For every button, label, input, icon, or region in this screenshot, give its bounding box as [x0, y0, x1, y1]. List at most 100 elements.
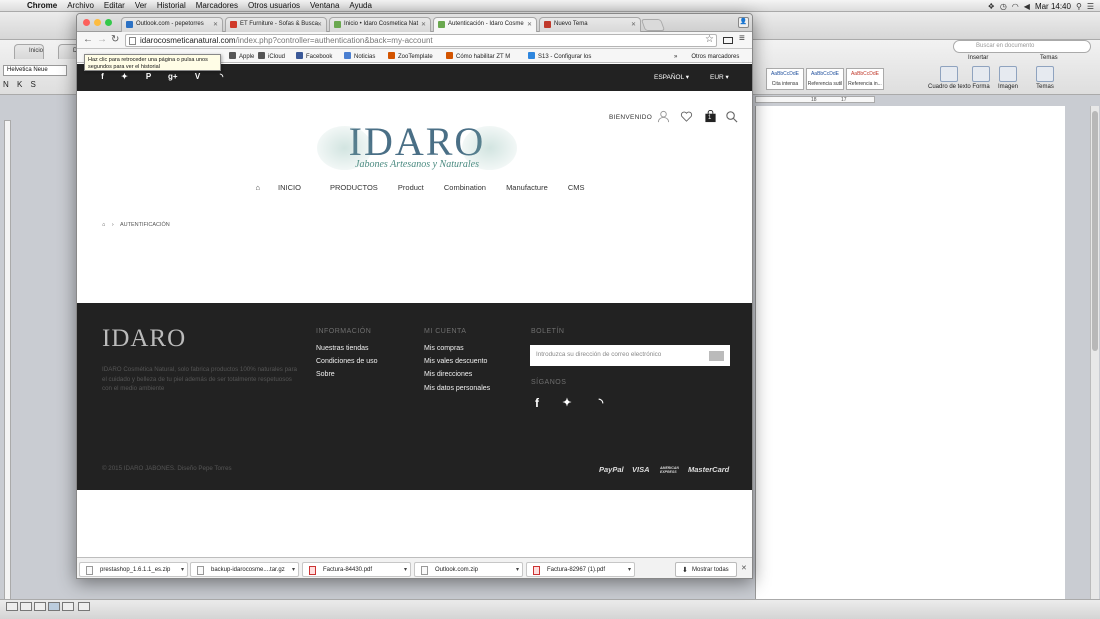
bookmark-noticias[interactable]: Noticias	[344, 52, 375, 60]
view-draft-button[interactable]	[6, 602, 18, 611]
tab-outlook[interactable]: Outlook.com - pepetorres ✕	[121, 17, 223, 32]
nav-productos[interactable]: PRODUCTOS	[330, 183, 378, 192]
footer-link-condiciones[interactable]: Condiciones de uso	[316, 358, 378, 365]
menubar-clock[interactable]: Mar 14:40	[1035, 2, 1071, 11]
footer-link-direcciones[interactable]: Mis direcciones	[424, 371, 472, 378]
footer-link-compras[interactable]: Mis compras	[424, 345, 464, 352]
notification-list-icon[interactable]: ☰	[1087, 2, 1094, 11]
view-outline-button[interactable]	[20, 602, 32, 611]
site-logo[interactable]: IDARO Jabones Artesanos y Naturales	[317, 122, 517, 178]
wifi-icon[interactable]: ◠	[1012, 2, 1019, 11]
rss-icon[interactable]: ◝	[595, 398, 607, 409]
download-item[interactable]: Factura-84430.pdf ▾	[302, 562, 411, 577]
menu-archivo[interactable]: Archivo	[62, 1, 99, 10]
bookmark-zootemplate[interactable]: ZooTemplate	[388, 52, 433, 60]
address-bar[interactable]: idarocosmeticanatural.com/index.php?cont…	[125, 34, 717, 47]
nav-inicio[interactable]: ⌂ INICIO	[246, 183, 309, 192]
menu-app-name[interactable]: Chrome	[22, 1, 62, 10]
close-tab-icon[interactable]: ✕	[213, 21, 218, 28]
download-item[interactable]: prestashop_1.6.1.1_es.zip ▾	[79, 562, 188, 577]
word-format-buttons[interactable]: N K S	[3, 80, 39, 89]
newsletter-input[interactable]: Introduzca su dirección de correo electr…	[530, 345, 730, 366]
text-box-button[interactable]: Cuadro de texto	[928, 66, 971, 90]
themes-button[interactable]: Temas	[1036, 66, 1054, 90]
view-notebook-button[interactable]	[62, 602, 74, 611]
scroll-thumb[interactable]	[1092, 111, 1098, 351]
menu-ver[interactable]: Ver	[130, 1, 152, 10]
user-icon[interactable]	[657, 110, 670, 123]
shape-button[interactable]: Forma	[972, 66, 990, 90]
welcome-link[interactable]: BIENVENIDO	[609, 114, 652, 121]
volume-icon[interactable]: ◀	[1024, 2, 1030, 11]
close-window-button[interactable]	[83, 19, 90, 26]
menu-historial[interactable]: Historial	[152, 1, 191, 10]
bookmark-como-habilitar[interactable]: Cómo habilitar ZT M	[446, 52, 510, 60]
zoom-window-button[interactable]	[105, 19, 112, 26]
search-icon[interactable]	[725, 110, 738, 123]
twitter-icon[interactable]: ✦	[120, 72, 129, 81]
envelope-icon[interactable]	[709, 351, 724, 361]
menu-marcadores[interactable]: Marcadores	[191, 1, 243, 10]
download-item[interactable]: backup-idarocosme....tar.gz ▾	[190, 562, 299, 577]
forward-arrow-icon[interactable]: →	[97, 34, 107, 45]
bookmark-s13[interactable]: S13 - Configurar los	[528, 52, 591, 60]
menu-ventana[interactable]: Ventana	[305, 1, 344, 10]
nav-cms[interactable]: CMS	[568, 183, 585, 192]
heart-icon[interactable]	[680, 110, 693, 123]
word-style-2[interactable]: AaBbCcDdE Referencia sutil	[806, 68, 844, 90]
tab-nuevo-tema[interactable]: Nuevo Tema ✕	[539, 17, 641, 32]
bookmark-icloud[interactable]: iCloud	[258, 52, 285, 60]
close-tab-icon[interactable]: ✕	[421, 21, 426, 28]
rss-icon[interactable]: ◝	[217, 72, 226, 81]
profile-icon[interactable]: 👤	[738, 17, 749, 28]
word-style-3[interactable]: AaBbCcDdE Referencia in...	[846, 68, 884, 90]
chevron-down-icon[interactable]: ▾	[292, 566, 295, 573]
dropbox-icon[interactable]: ❖	[988, 2, 995, 11]
footer-link-tiendas[interactable]: Nuestras tiendas	[316, 345, 369, 352]
minimize-window-button[interactable]	[94, 19, 101, 26]
tab-idaro-inicio[interactable]: Inicio • Idaro Cosmetica Nat ✕	[329, 17, 431, 32]
menu-editar[interactable]: Editar	[99, 1, 130, 10]
footer-logo[interactable]: IDARO	[102, 325, 186, 353]
language-selector[interactable]: ESPAÑOL ▾	[654, 73, 689, 81]
chevron-down-icon[interactable]: ▾	[404, 566, 407, 573]
download-item[interactable]: Outlook.com.zip ▾	[414, 562, 523, 577]
bookmark-otros-marcadores[interactable]: » Otros marcadores	[674, 52, 739, 60]
footer-link-vales[interactable]: Mis vales descuento	[424, 358, 487, 365]
nav-manufacture[interactable]: Manufacture	[506, 183, 548, 192]
pinterest-icon[interactable]: P	[144, 72, 153, 81]
chrome-menu-icon[interactable]: ≡	[739, 33, 745, 44]
close-tab-icon[interactable]: ✕	[317, 21, 322, 28]
view-print-button[interactable]	[48, 602, 60, 611]
chevron-down-icon[interactable]: ▾	[628, 566, 631, 573]
facebook-icon[interactable]: f	[98, 72, 107, 81]
tab-idaro-autenticacion[interactable]: Autenticación - Idaro Cosme ✕	[433, 17, 537, 32]
close-tab-icon[interactable]: ✕	[631, 21, 636, 28]
reload-icon[interactable]: ↻	[111, 34, 119, 45]
word-font-name[interactable]: Helvetica Neue	[3, 65, 67, 76]
facebook-icon[interactable]: f	[531, 397, 543, 409]
clock-icon[interactable]: ◷	[1000, 2, 1007, 11]
chevron-down-icon[interactable]: ▾	[516, 566, 519, 573]
word-scrollbar[interactable]	[1090, 106, 1099, 599]
bookmark-facebook[interactable]: Facebook	[296, 52, 332, 60]
word-style-1[interactable]: AaBbCcDdE Cita intensa	[766, 68, 804, 90]
word-search-input[interactable]: Buscar en documento	[953, 40, 1091, 53]
word-tab-inicio[interactable]: Inicio	[14, 44, 45, 59]
menu-ayuda[interactable]: Ayuda	[344, 1, 377, 10]
show-all-downloads-button[interactable]: ⬇ Mostrar todas	[675, 562, 737, 577]
chevron-down-icon[interactable]: ▾	[181, 566, 184, 573]
download-item[interactable]: Factura-82967 (1).pdf ▾	[526, 562, 635, 577]
footer-link-sobre[interactable]: Sobre	[316, 371, 335, 378]
view-focus-button[interactable]	[78, 602, 90, 611]
home-icon[interactable]: ⌂	[102, 222, 105, 228]
image-button[interactable]: Imagen	[998, 66, 1018, 90]
back-arrow-icon[interactable]: ←	[83, 34, 93, 45]
nav-combination[interactable]: Combination	[444, 183, 486, 192]
word-document-page[interactable]	[755, 106, 1065, 611]
currency-selector[interactable]: EUR ▾	[710, 73, 729, 81]
close-downloads-icon[interactable]: ✕	[741, 564, 747, 572]
bookmark-apple[interactable]: Apple	[229, 52, 254, 60]
close-tab-icon[interactable]: ✕	[527, 21, 532, 28]
cast-icon[interactable]	[723, 37, 733, 44]
